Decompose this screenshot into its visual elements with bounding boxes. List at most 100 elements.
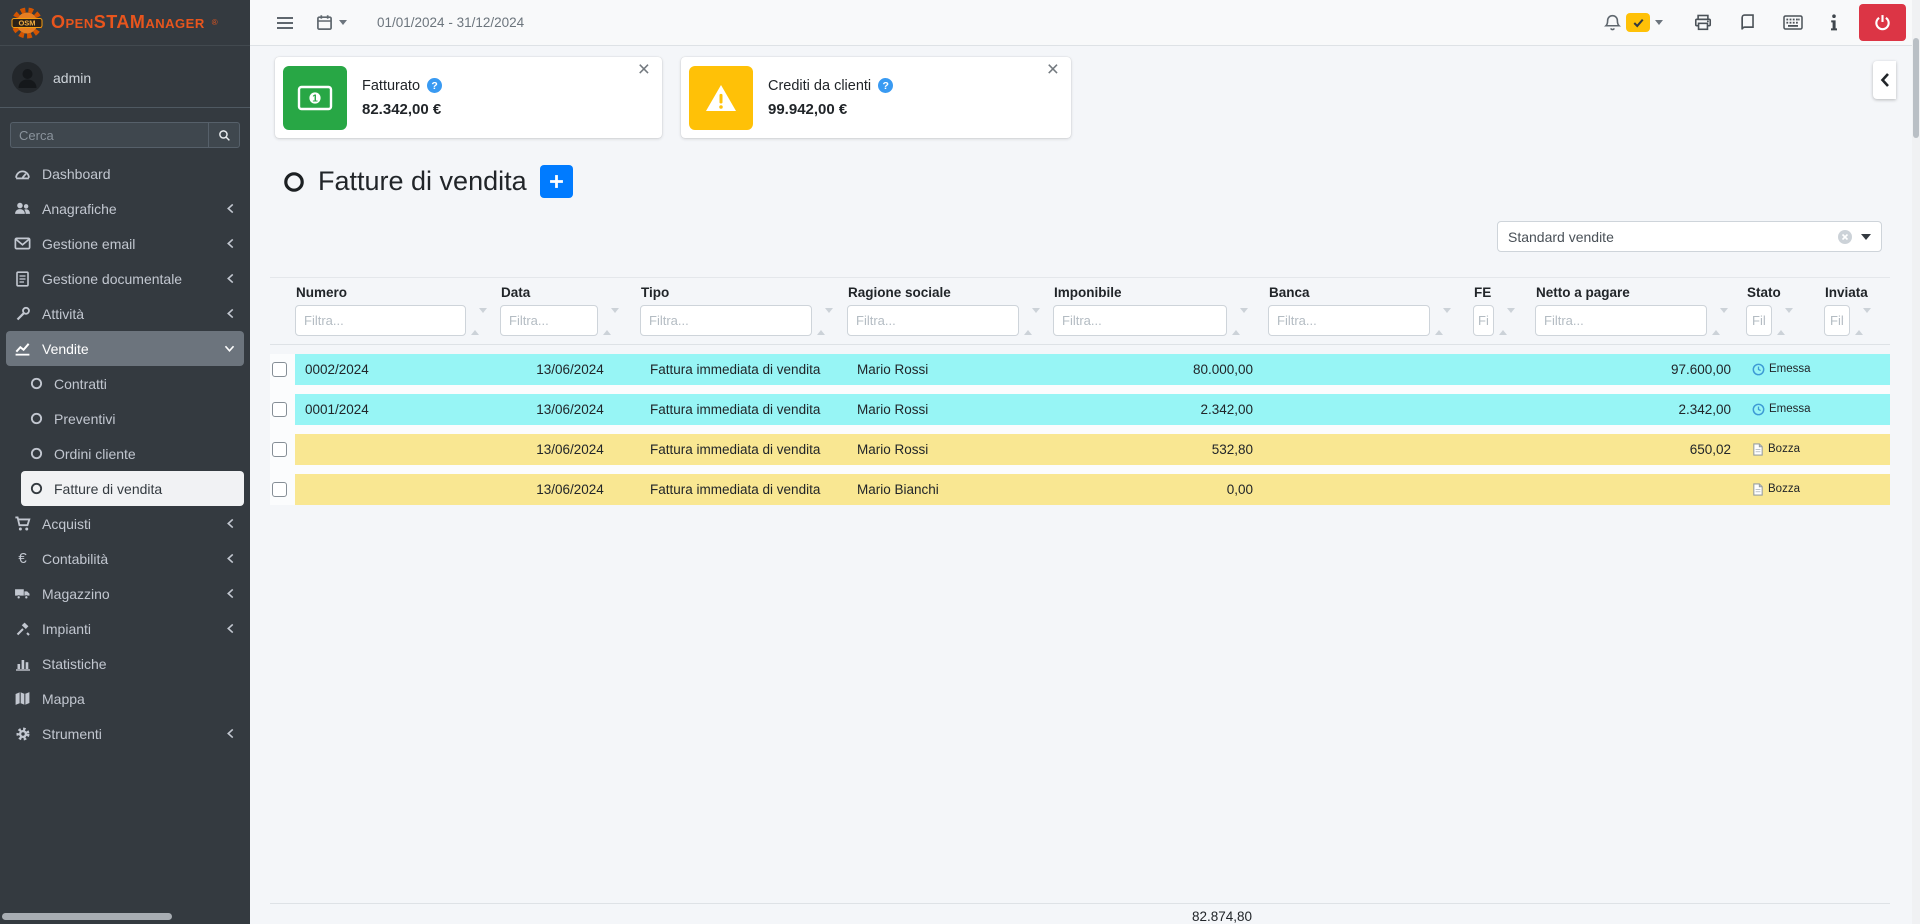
sidebar-item-impianti[interactable]: Impianti [6,611,244,646]
cell-stato[interactable]: Emessa [1746,354,1824,385]
cell-fe[interactable] [1473,474,1535,505]
column-data[interactable]: Data [500,285,640,336]
row-checkbox[interactable] [272,482,287,497]
cell-inviata[interactable] [1824,394,1890,425]
filter-netto-input[interactable] [1535,305,1707,336]
sidebar-item-acquisti[interactable]: Acquisti [6,506,244,541]
close-icon[interactable]: × [1047,59,1059,80]
column-label[interactable]: Numero [296,285,500,300]
help-icon[interactable]: ? [427,78,442,93]
row-checkbox[interactable] [272,402,287,417]
sidebar-horizontal-scrollbar[interactable] [2,913,172,920]
cell-numero[interactable]: 0001/2024 [295,394,500,425]
column-label[interactable]: Data [501,285,640,300]
row-checkbox[interactable] [272,362,287,377]
column-label[interactable]: FE [1474,285,1535,300]
sidebar-item-contabilita[interactable]: € Contabilità [6,541,244,576]
column-label[interactable]: Stato [1747,285,1824,300]
sidebar-item-preventivi[interactable]: Preventivi [21,401,244,436]
cell-tipo[interactable]: Fattura immediata di vendita [640,394,847,425]
sidebar-item-strumenti[interactable]: Strumenti [6,716,244,751]
hamburger-menu-icon[interactable] [276,16,294,30]
row-checkbox[interactable] [272,442,287,457]
sort-icons[interactable] [1777,313,1793,331]
filter-imponibile-input[interactable] [1053,305,1227,336]
tasks-check-badge[interactable] [1626,13,1650,32]
column-label[interactable]: Inviata [1825,285,1890,300]
calendar-icon[interactable] [316,14,347,31]
sort-icons[interactable] [1232,313,1248,331]
sidebar-item-vendite[interactable]: Vendite [6,331,244,366]
cell-ragione-sociale[interactable]: Mario Rossi [847,434,1053,465]
column-inviata[interactable]: Inviata [1824,285,1890,336]
scrollbar-thumb[interactable] [1913,38,1919,138]
column-tipo[interactable]: Tipo [640,285,847,336]
date-range[interactable]: 01/01/2024 - 31/12/2024 [377,15,524,30]
cell-netto-a-pagare[interactable]: 97.600,00 [1535,354,1746,385]
cell-banca[interactable] [1268,434,1473,465]
sort-icons[interactable] [1024,313,1040,331]
cell-fe[interactable] [1473,434,1535,465]
cell-inviata[interactable] [1824,474,1890,505]
sidebar-item-anagrafiche[interactable]: Anagrafiche [6,191,244,226]
user-panel[interactable]: admin [0,46,250,108]
print-button[interactable] [1694,14,1712,31]
table-row[interactable]: 13/06/2024 Fattura immediata di vendita … [270,434,1890,465]
filter-stato-input[interactable] [1746,305,1772,336]
sidebar-item-magazzino[interactable]: Magazzino [6,576,244,611]
search-button[interactable] [208,122,240,148]
cell-netto-a-pagare[interactable]: 2.342,00 [1535,394,1746,425]
shortcuts-button[interactable] [1783,15,1803,30]
sidebar-item-fatture-di-vendita[interactable]: Fatture di vendita [21,471,244,506]
cell-banca[interactable] [1268,474,1473,505]
cell-banca[interactable] [1268,394,1473,425]
cell-imponibile[interactable]: 0,00 [1053,474,1268,505]
column-label[interactable]: Ragione sociale [848,285,1053,300]
column-imponibile[interactable]: Imponibile [1053,285,1268,336]
close-icon[interactable]: × [638,59,650,80]
column-netto-a-pagare[interactable]: Netto a pagare [1535,285,1746,336]
docs-button[interactable] [1739,14,1756,31]
sort-icons[interactable] [817,313,833,331]
column-stato[interactable]: Stato [1746,285,1824,336]
cell-inviata[interactable] [1824,354,1890,385]
sidebar-item-gestione-documentale[interactable]: Gestione documentale [6,261,244,296]
cell-data[interactable]: 13/06/2024 [500,474,640,505]
filter-data-input[interactable] [500,305,598,336]
vertical-scrollbar[interactable] [1912,0,1920,924]
cell-stato[interactable]: Bozza [1746,434,1824,465]
cell-stato[interactable]: Bozza [1746,474,1824,505]
filter-numero-input[interactable] [295,305,466,336]
cell-imponibile[interactable]: 80.000,00 [1053,354,1268,385]
cell-data[interactable]: 13/06/2024 [500,354,640,385]
cell-fe[interactable] [1473,354,1535,385]
sort-icons[interactable] [1499,313,1515,331]
cell-imponibile[interactable]: 2.342,00 [1053,394,1268,425]
add-invoice-button[interactable] [540,165,573,198]
sort-icons[interactable] [603,313,619,331]
sidebar-item-mappa[interactable]: Mappa [6,681,244,716]
right-panel-toggle[interactable] [1873,61,1896,99]
column-numero[interactable]: Numero [295,285,500,336]
table-row[interactable]: 0001/2024 13/06/2024 Fattura immediata d… [270,394,1890,425]
cell-numero[interactable] [295,434,500,465]
clear-selection-icon[interactable] [1838,230,1852,244]
column-banca[interactable]: Banca [1268,285,1473,336]
cell-stato[interactable]: Emessa [1746,394,1824,425]
help-icon[interactable]: ? [878,78,893,93]
filter-tipo-input[interactable] [640,305,812,336]
cell-netto-a-pagare[interactable] [1535,474,1746,505]
cell-fe[interactable] [1473,394,1535,425]
sidebar-item-statistiche[interactable]: Statistiche [6,646,244,681]
notifications-control[interactable] [1604,13,1663,32]
sort-icons[interactable] [471,313,487,331]
cell-data[interactable]: 13/06/2024 [500,434,640,465]
column-label[interactable]: Netto a pagare [1536,285,1746,300]
cell-data[interactable]: 13/06/2024 [500,394,640,425]
table-row[interactable]: 0002/2024 13/06/2024 Fattura immediata d… [270,354,1890,385]
filter-inviata-input[interactable] [1824,305,1850,336]
sort-icons[interactable] [1855,313,1871,331]
search-input[interactable] [10,122,208,148]
column-label[interactable]: Imponibile [1054,285,1268,300]
cell-netto-a-pagare[interactable]: 650,02 [1535,434,1746,465]
